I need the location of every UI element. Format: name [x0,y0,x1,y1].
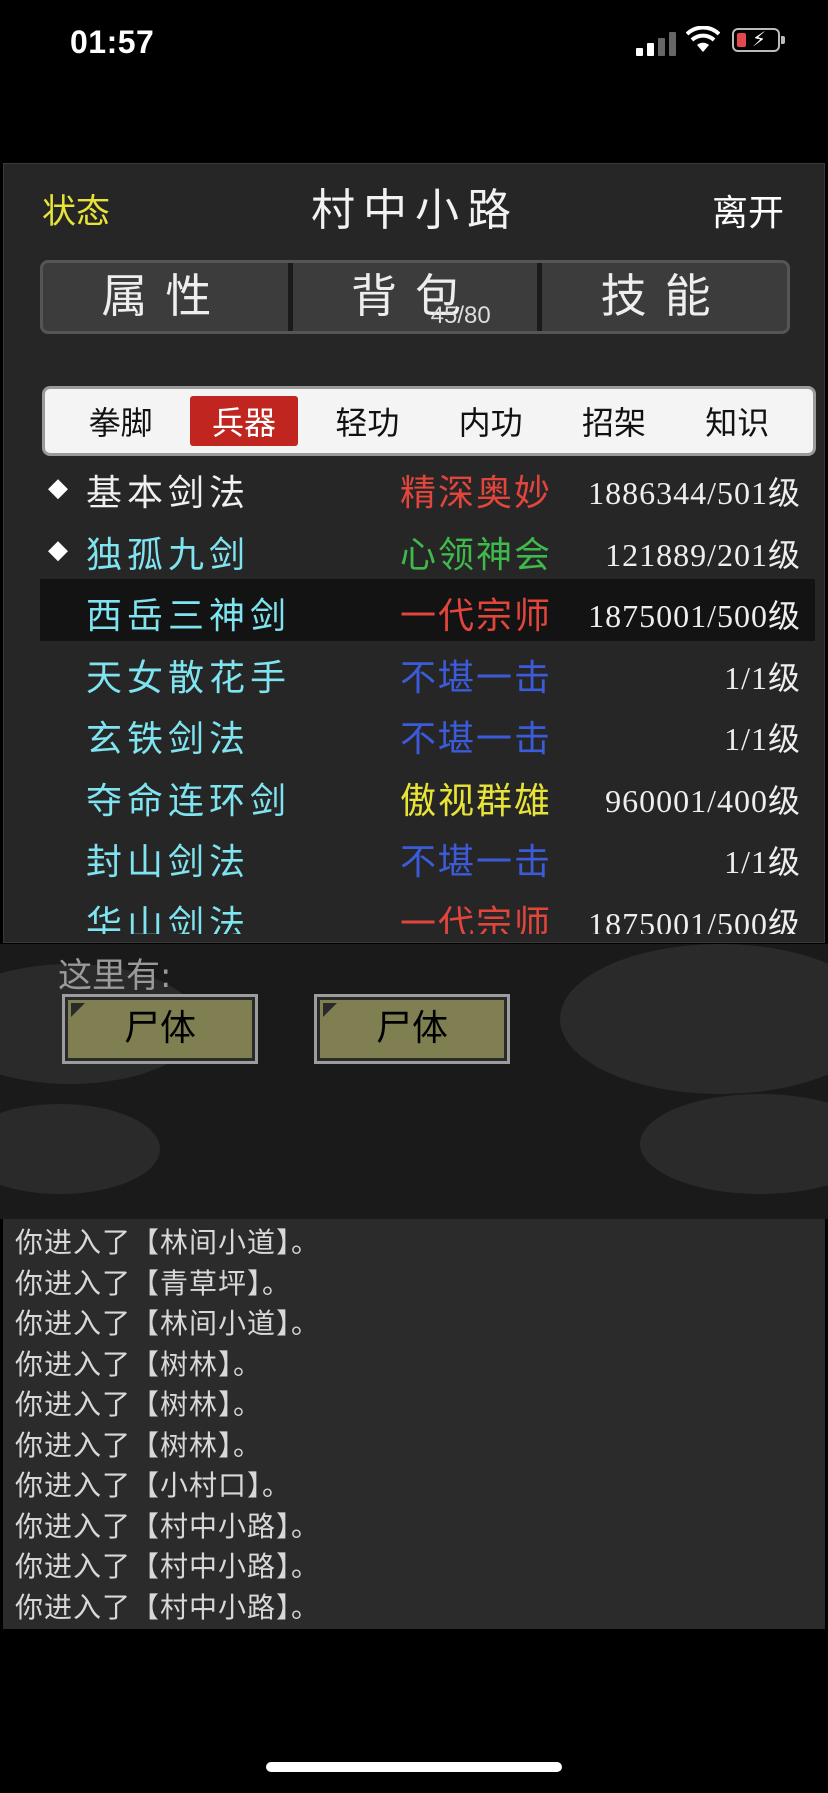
skill-level-title: 不堪一击 [400,719,553,760]
log-line: 你进入了【小村口】。 [15,1469,292,1502]
enabled-marker-icon: ◆ [48,534,68,565]
skill-row[interactable]: 西岳三神剑 一代宗师 1875001/500级 [40,579,815,641]
skill-name: 西岳三神剑 [86,596,292,637]
corpse-button[interactable]: 尸体 [62,994,258,1064]
subtab-fist[interactable]: 拳脚 [67,396,175,446]
skill-level-title: 一代宗师 [400,903,553,935]
skill-progress: 1886344/501级 [588,475,801,511]
home-indicator[interactable] [266,1762,562,1772]
skill-progress: 1/1级 [724,844,801,880]
skill-name: 夺命连环剑 [86,780,292,822]
skill-level-title: 不堪一击 [400,657,553,699]
status-time: 01:57 [70,24,155,60]
skill-name: 天女散花手 [86,657,292,699]
tab-skills[interactable]: 技能 [537,263,787,331]
enabled-marker-icon: ◆ [48,473,68,503]
status-bar: 01:57 ⚡ [0,0,828,92]
subtab-internal[interactable]: 内功 [437,396,545,446]
skill-progress: 121889/201级 [605,536,801,573]
log-line: 你进入了【林间小道】。 [15,1226,321,1259]
subtab-knowledge[interactable]: 知识 [683,396,791,446]
skill-progress: 960001/400级 [605,782,801,819]
log-line: 你进入了【村中小路】。 [15,1550,321,1583]
cellular-signal-icon [636,30,678,56]
skill-row[interactable]: 天女散花手 不堪一击 1/1级 [40,641,815,703]
log-line: 你进入了【树林】。 [15,1388,263,1421]
skill-level-title: 心领神会 [400,534,553,576]
skill-row[interactable]: 华山剑法 一代宗师 1875001/500级 [40,887,815,935]
skill-progress: 1/1级 [724,659,801,696]
skill-level-title: 一代宗师 [400,596,553,637]
skill-level-title: 傲视群雄 [400,780,553,822]
skill-name: 华山剑法 [86,903,251,935]
skill-name: 封山剑法 [86,842,251,883]
skill-name: 独孤九剑 [86,534,251,576]
skill-progress: 1875001/500级 [588,905,801,935]
skill-row[interactable]: 玄铁剑法 不堪一击 1/1级 [40,702,815,764]
skill-level-title: 不堪一击 [400,842,553,883]
log-line: 你进入了【青草坪】。 [15,1266,292,1300]
skill-row[interactable]: ◆ 独孤九剑 心领神会 121889/201级 [40,518,815,580]
here-label: 这里有: [58,956,172,996]
skill-progress: 1/1级 [724,721,801,757]
skill-progress: 1875001/500级 [588,598,801,634]
location-title: 村中小路 [311,185,519,236]
backpack-count: 45/80 [430,302,491,329]
skill-category-tabs: 拳脚 兵器 轻功 内功 招架 知识 [42,386,816,456]
leave-button[interactable]: 离开 [712,184,784,236]
tab-skills-label: 技能 [600,269,729,323]
subtab-parry[interactable]: 招架 [560,396,668,446]
message-log: 你进入了【林间小道】。 你进入了【青草坪】。 你进入了【林间小道】。 你进入了【树林】… [3,1219,825,1629]
skill-list: ◆ 基本剑法 精深奥妙 1886344/501级 ◆ 独孤九剑 心领神会 121889/201… [4,456,824,935]
skill-row[interactable]: ◆ 基本剑法 精深奥妙 1886344/501级 [40,456,815,518]
log-line: 你进入了【村中小路】。 [15,1509,321,1543]
scene-area: 这里有: 尸体 尸体 [0,944,828,1219]
main-tabs: 属性 背包 45/80 技能 [40,260,790,334]
subtab-lightness[interactable]: 轻功 [313,396,421,446]
log-line: 你进入了【树林】。 [15,1428,263,1462]
wifi-icon [685,25,721,58]
skill-row[interactable]: 夺命连环剑 傲视群雄 960001/400级 [40,764,815,826]
tab-attributes-label: 属性 [101,269,230,323]
tab-backpack[interactable]: 背包 45/80 [287,263,538,331]
log-line: 你进入了【树林】。 [15,1347,263,1381]
skill-row[interactable]: 封山剑法 不堪一击 1/1级 [40,825,815,887]
subtab-weapon[interactable]: 兵器 [189,396,298,446]
battery-icon: ⚡ [732,27,785,52]
log-line: 你进入了【村中小路】。 [15,1590,321,1624]
skill-name: 基本剑法 [86,473,251,514]
skill-name: 玄铁剑法 [86,719,251,760]
skill-level-title: 精深奥妙 [400,473,553,514]
corpse-button[interactable]: 尸体 [314,994,510,1064]
tab-attributes[interactable]: 属性 [43,263,288,331]
skills-panel: 状态 村中小路 离开 属性 背包 45/80 技能 拳脚 兵器 轻功 内功 招架 … [3,163,825,943]
log-line: 你进入了【林间小道】。 [15,1307,321,1340]
